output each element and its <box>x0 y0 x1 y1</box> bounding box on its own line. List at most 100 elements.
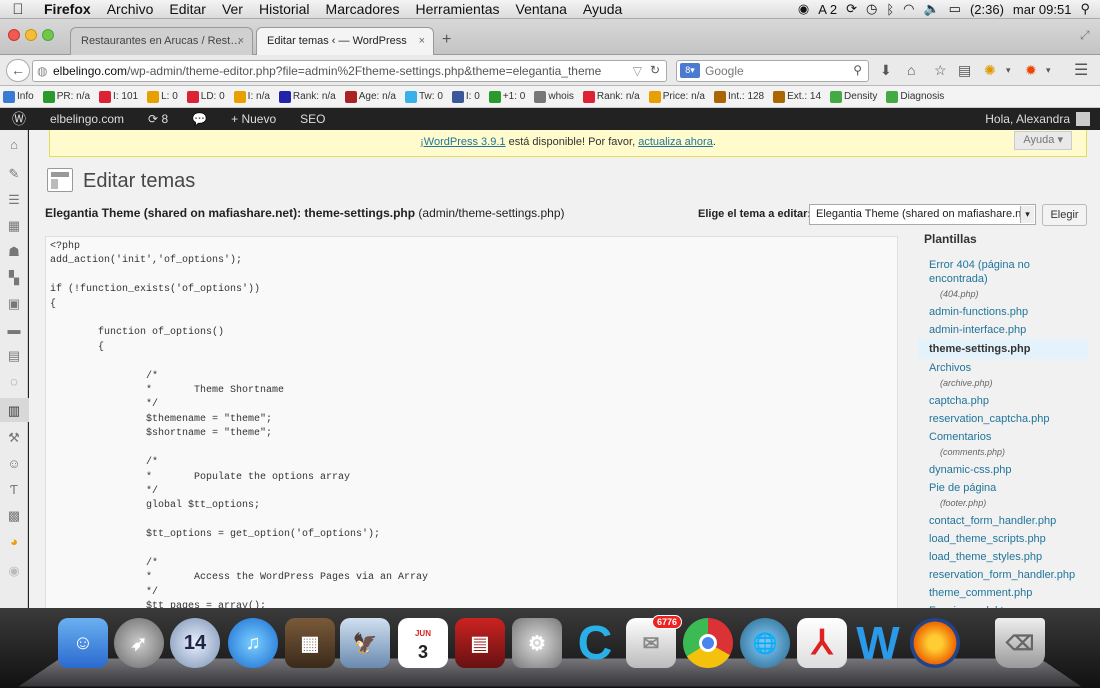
menu-hamburger-icon[interactable]: ☰ <box>1074 60 1088 80</box>
menu-app-name[interactable]: Firefox <box>36 1 99 17</box>
list-icon[interactable]: ☰ <box>6 193 22 207</box>
menu-historial[interactable]: Historial <box>251 1 318 17</box>
chrome-icon[interactable] <box>683 618 733 668</box>
close-tab-icon[interactable]: × <box>419 35 425 47</box>
template-item[interactable]: load_theme_scripts.php <box>918 530 1088 548</box>
grid-icon[interactable]: ▚ <box>6 271 22 285</box>
menu-herramientas[interactable]: Herramientas <box>407 1 507 17</box>
adobe-status[interactable]: A 2 <box>818 2 837 17</box>
fullscreen-icon[interactable]: ⤢ <box>1080 28 1090 43</box>
photo-booth-icon[interactable]: ▦ <box>285 618 335 668</box>
search-icon[interactable]: ⚲ <box>853 63 862 77</box>
wordpress-version-link[interactable]: ¡WordPress 3.9.1 <box>420 136 505 148</box>
users-group-icon[interactable]: ☗ <box>6 245 22 259</box>
tab-editar-temas[interactable]: Editar temas ‹ — WordPress × <box>256 27 434 55</box>
firebug-icon[interactable]: ✹ <box>1025 62 1037 79</box>
menu-marcadores[interactable]: Marcadores <box>318 1 408 17</box>
collapse-menu-icon[interactable]: ◉ <box>6 564 22 578</box>
settings-icon[interactable]: ▩ <box>6 509 22 523</box>
seo-item[interactable]: I: 0 <box>451 90 480 103</box>
pages-icon[interactable]: ▤ <box>6 349 22 363</box>
users-icon[interactable]: ☺ <box>6 457 22 471</box>
template-item-current[interactable]: theme-settings.php <box>918 339 1088 359</box>
plugins-icon[interactable]: ⚒ <box>6 431 22 445</box>
calendar-icon[interactable]: ▦ <box>6 219 22 233</box>
time-machine-icon[interactable]: ◷ <box>866 1 877 17</box>
new-content-link[interactable]: + Nuevo <box>219 108 288 130</box>
choose-theme-button[interactable]: Elegir <box>1042 204 1087 226</box>
template-item[interactable]: contact_form_handler.php <box>918 512 1088 530</box>
seo-item[interactable]: Rank: n/a <box>582 90 640 103</box>
seo-item[interactable]: PR: n/a <box>42 90 90 103</box>
home-icon[interactable]: ⌂ <box>907 62 915 78</box>
launchpad-icon[interactable]: ➶ <box>114 618 164 668</box>
seo-item[interactable]: Price: n/a <box>648 90 705 103</box>
extension-dropdown-icon[interactable]: ▾ <box>1006 65 1011 76</box>
template-item[interactable]: admin-interface.php <box>918 321 1088 339</box>
template-item[interactable]: captcha.php <box>918 392 1088 410</box>
seo-item[interactable]: L: 0 <box>147 90 178 103</box>
wifi-icon[interactable]: ◠ <box>903 1 914 17</box>
volume-icon[interactable]: 🔈 <box>923 1 939 17</box>
seo-item[interactable]: LD: 0 <box>186 90 225 103</box>
itunes-icon[interactable]: ♫ <box>228 618 278 668</box>
spotlight-icon[interactable]: ⚲ <box>1080 1 1090 17</box>
network-globe-icon[interactable]: 🌐 <box>740 618 790 668</box>
finder-icon[interactable]: ☺ <box>58 618 108 668</box>
clock-app-icon[interactable]: 14 <box>170 618 220 668</box>
url-bar[interactable]: ◍ elbelingo.com/wp-admin/theme-editor.php… <box>32 60 667 82</box>
template-item[interactable]: reservation_captcha.php <box>918 410 1088 428</box>
firebug-dropdown-icon[interactable]: ▾ <box>1046 65 1051 76</box>
status-circle-icon[interactable]: ◉ <box>798 1 809 17</box>
seo-item[interactable]: Rank: n/a <box>278 90 336 103</box>
template-item[interactable]: reservation_form_handler.php <box>918 566 1088 584</box>
code-editor[interactable]: <?php add_action('init','of_options'); i… <box>45 236 898 608</box>
template-item[interactable]: Pie de página (footer.php) <box>918 479 1088 512</box>
dropdown-icon[interactable]: ▽ <box>633 64 642 78</box>
seo-item[interactable]: I: n/a <box>233 90 270 103</box>
preview-icon[interactable]: 🦅 <box>340 618 390 668</box>
template-item[interactable]: theme_comment.php <box>918 584 1088 602</box>
wordpress-logo-icon[interactable]: Ⓦ <box>0 108 38 130</box>
seo-item[interactable]: Int.: 128 <box>713 90 764 103</box>
help-button[interactable]: Ayuda ▾ <box>1014 131 1072 150</box>
cyberduck-c-icon[interactable]: C <box>570 617 620 670</box>
appearance-icon[interactable]: ▥ <box>6 404 22 418</box>
seo-item[interactable]: Diagnosis <box>886 90 944 103</box>
seo-menu-link[interactable]: SEO <box>288 108 337 130</box>
feedback-icon[interactable]: ◌ <box>6 375 22 389</box>
tab-restaurantes[interactable]: Restaurantes en Arucas / Rest… × <box>70 27 253 55</box>
seo-item[interactable]: Ext.: 14 <box>773 90 821 103</box>
calendar-app-icon[interactable]: JUN 3 <box>398 618 448 668</box>
seo-item[interactable]: +1: 0 <box>488 90 525 103</box>
menu-archivo[interactable]: Archivo <box>99 1 162 17</box>
menu-ventana[interactable]: Ventana <box>508 1 575 17</box>
dashboard-icon[interactable]: ⌂ <box>6 138 22 152</box>
menu-editar[interactable]: Editar <box>161 1 214 17</box>
firefox-icon[interactable] <box>910 618 960 668</box>
seo-item[interactable]: Density <box>830 90 877 103</box>
menu-ayuda[interactable]: Ayuda <box>575 1 630 17</box>
theme-select[interactable]: Elegantia Theme (shared on mafiashare.ne… <box>809 204 1036 225</box>
new-tab-button[interactable]: + <box>442 31 451 49</box>
word-w-icon[interactable]: W <box>853 617 903 669</box>
template-item[interactable]: dynamic-css.php <box>918 461 1088 479</box>
close-window-icon[interactable] <box>8 29 20 41</box>
reload-icon[interactable]: ↻ <box>650 63 660 77</box>
seo-item[interactable]: Tw: 0 <box>405 90 443 103</box>
template-item[interactable]: admin-functions.php <box>918 303 1088 321</box>
seo-item[interactable]: Age: n/a <box>344 90 396 103</box>
avatar[interactable] <box>1076 112 1090 126</box>
comments-bubble-icon[interactable]: ▬ <box>6 323 22 337</box>
download-icon[interactable]: ⬇ <box>880 62 892 79</box>
search-input[interactable]: 8▾ Google ⚲ <box>676 60 869 82</box>
menu-ver[interactable]: Ver <box>214 1 251 17</box>
posts-pin-icon[interactable]: ✎ <box>6 167 22 181</box>
updates-link[interactable]: ⟳ 8 <box>136 108 180 130</box>
battery-icon[interactable]: ▭ <box>949 1 961 17</box>
template-item[interactable]: Comentarios (comments.php) <box>918 428 1088 461</box>
seo-item[interactable]: Info <box>3 90 34 103</box>
greeting-link[interactable]: Hola, Alexandra <box>985 112 1070 126</box>
photo-booth-curtain-icon[interactable]: ▤ <box>455 618 505 668</box>
close-tab-icon[interactable]: × <box>238 35 244 47</box>
